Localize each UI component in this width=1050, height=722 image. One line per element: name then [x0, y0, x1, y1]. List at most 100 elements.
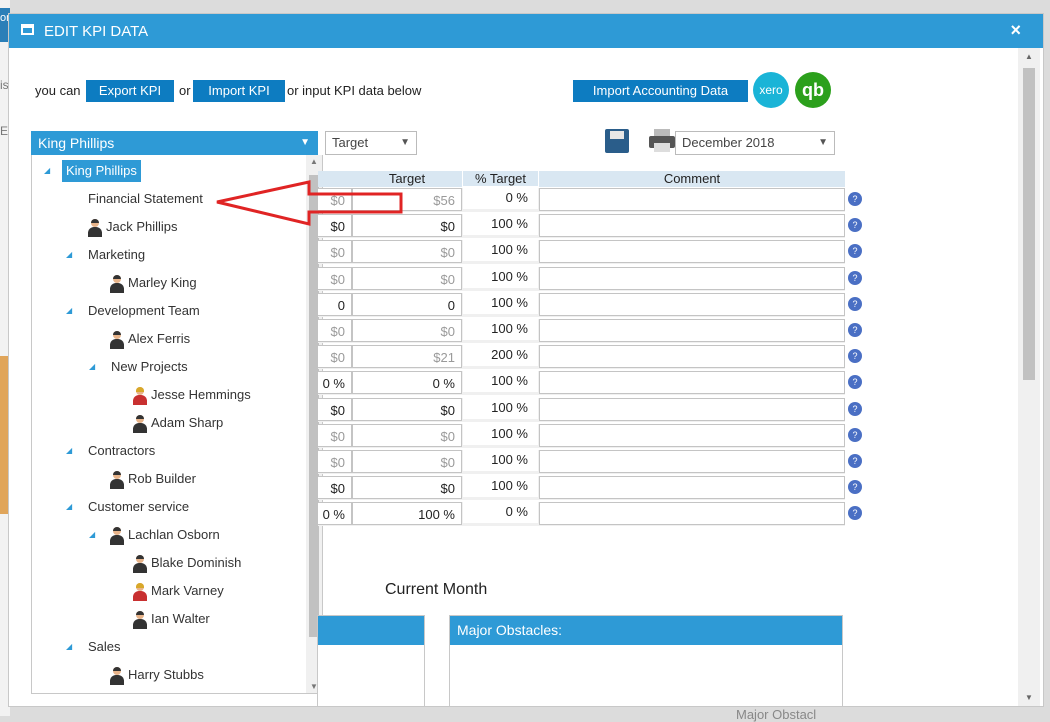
scroll-down-icon[interactable]: ▼ [1025, 693, 1033, 702]
target-cell[interactable]: 0 % [352, 371, 462, 395]
tree-item-group[interactable]: Sales [88, 636, 121, 658]
expand-icon[interactable]: ◢ [66, 440, 86, 462]
tree-item-group[interactable]: Marketing [88, 244, 145, 266]
column-header-comment: Comment [539, 171, 846, 187]
target-cell[interactable]: $0 [352, 319, 462, 342]
tree-item-person[interactable]: Harry Stubbs [110, 664, 204, 686]
help-icon[interactable]: ? [848, 323, 862, 337]
tree-item-person[interactable]: Ian Walter [133, 608, 210, 630]
percent-target-cell: 100 % [463, 369, 538, 393]
person-female-icon [133, 582, 147, 601]
target-cell[interactable]: $0 [352, 450, 462, 473]
tree-item-label: Jesse Hemmings [151, 387, 251, 402]
comment-input[interactable] [539, 502, 845, 526]
scroll-up-icon[interactable]: ▲ [1025, 52, 1033, 61]
tree-item-person[interactable]: Mark Varney [133, 580, 224, 602]
actual-cell[interactable]: 0 % [318, 502, 352, 526]
percent-target-cell: 100 % [463, 474, 538, 498]
tree-item-group[interactable]: Customer service [88, 496, 189, 518]
tree-item-label: Alex Ferris [128, 331, 191, 346]
help-icon[interactable]: ? [848, 270, 862, 285]
tree-item-person[interactable]: Lachlan Osborn [110, 524, 220, 546]
tree-item-person[interactable]: Alex Ferris [110, 328, 190, 350]
tree-item-label: Harry Stubbs [128, 667, 204, 682]
actual-cell[interactable]: $0 [318, 319, 352, 342]
help-icon[interactable]: ? [848, 427, 862, 442]
actual-cell[interactable]: $0 [318, 397, 352, 421]
expand-icon[interactable]: ◢ [66, 636, 86, 658]
help-icon[interactable]: ? [848, 401, 862, 416]
target-cell[interactable]: $0 [352, 397, 462, 421]
xero-icon[interactable]: xero [753, 72, 789, 108]
tree-item-group[interactable]: New Projects [111, 356, 188, 378]
target-cell[interactable]: $0 [352, 476, 462, 500]
tree-item-group[interactable]: Development Team [88, 300, 200, 322]
actual-cell[interactable]: $0 [318, 476, 352, 500]
background-panel [0, 356, 8, 514]
help-icon[interactable]: ? [848, 375, 862, 390]
tree-item-group[interactable]: Contractors [88, 440, 155, 462]
help-icon[interactable]: ? [848, 454, 862, 468]
actual-cell[interactable]: $0 [318, 450, 352, 473]
print-icon[interactable] [649, 129, 675, 153]
expand-icon[interactable]: ◢ [66, 300, 86, 322]
help-icon[interactable]: ? [848, 218, 862, 233]
import-accounting-data-button[interactable]: Import Accounting Data [573, 80, 748, 102]
actual-cell[interactable]: 0 [318, 292, 352, 316]
help-icon[interactable]: ? [848, 244, 862, 259]
percent-target-cell: 100 % [463, 290, 538, 314]
help-icon[interactable]: ? [848, 480, 862, 495]
target-cell[interactable]: 100 % [352, 502, 462, 526]
tree-item-person[interactable]: Blake Dominish [133, 552, 241, 574]
comment-input[interactable] [539, 214, 845, 238]
target-cell[interactable]: $21 [352, 345, 462, 369]
help-icon[interactable]: ? [848, 192, 862, 206]
help-icon[interactable]: ? [848, 506, 862, 521]
percent-target-cell: 100 % [463, 212, 538, 236]
scroll-thumb[interactable] [1023, 68, 1035, 380]
help-icon[interactable]: ? [848, 296, 862, 311]
comment-input[interactable] [539, 319, 845, 342]
comment-input[interactable] [539, 188, 845, 211]
target-cell[interactable]: $0 [352, 423, 462, 447]
comment-input[interactable] [539, 397, 845, 421]
help-icon[interactable]: ? [848, 349, 862, 364]
tree-item-person[interactable]: Marley King [110, 272, 197, 294]
comment-input[interactable] [539, 476, 845, 500]
quickbooks-icon[interactable]: qb [795, 72, 831, 108]
target-cell[interactable]: $0 [352, 266, 462, 290]
dialog-scrollbar[interactable]: ▲ ▼ [1018, 48, 1040, 706]
expand-icon[interactable]: ◢ [89, 356, 109, 378]
close-icon[interactable]: × [1010, 20, 1021, 41]
comment-input[interactable] [539, 266, 845, 290]
person-icon [133, 554, 147, 573]
comment-input[interactable] [539, 450, 845, 473]
person-icon [110, 470, 124, 489]
percent-target-cell: 100 % [463, 238, 538, 262]
save-icon[interactable] [605, 129, 629, 153]
major-obstacles-header: Major Obstacles: [450, 616, 842, 645]
actual-cell[interactable]: $0 [318, 423, 352, 447]
comment-input[interactable] [539, 345, 845, 369]
actual-cell[interactable]: 0 % [318, 371, 352, 395]
tree-item-person[interactable]: Jesse Hemmings [133, 384, 251, 406]
expand-icon[interactable]: ◢ [66, 244, 86, 266]
expand-icon[interactable]: ◢ [89, 524, 109, 546]
expand-icon[interactable]: ◢ [66, 496, 86, 518]
target-cell[interactable]: 0 [352, 292, 462, 316]
comment-input[interactable] [539, 371, 845, 395]
percent-target-cell: 100 % [463, 448, 538, 471]
tree-item-person[interactable]: Rob Builder [110, 468, 196, 490]
column-header-percent-target: % Target [463, 171, 539, 187]
background-major-obstacles-label: Major Obstacl [736, 707, 817, 722]
comment-input[interactable] [539, 423, 845, 447]
comment-input[interactable] [539, 240, 845, 264]
comment-input[interactable] [539, 292, 845, 316]
current-month-panel-header [318, 616, 424, 645]
tree-item-label: Mark Varney [151, 583, 224, 598]
actual-cell[interactable]: $0 [318, 266, 352, 290]
actual-cell[interactable]: $0 [318, 345, 352, 369]
percent-target-cell: 0 % [463, 186, 538, 209]
tree-item-person[interactable]: Adam Sharp [133, 412, 223, 434]
period-select[interactable]: December 2018 ▼ [675, 131, 835, 155]
